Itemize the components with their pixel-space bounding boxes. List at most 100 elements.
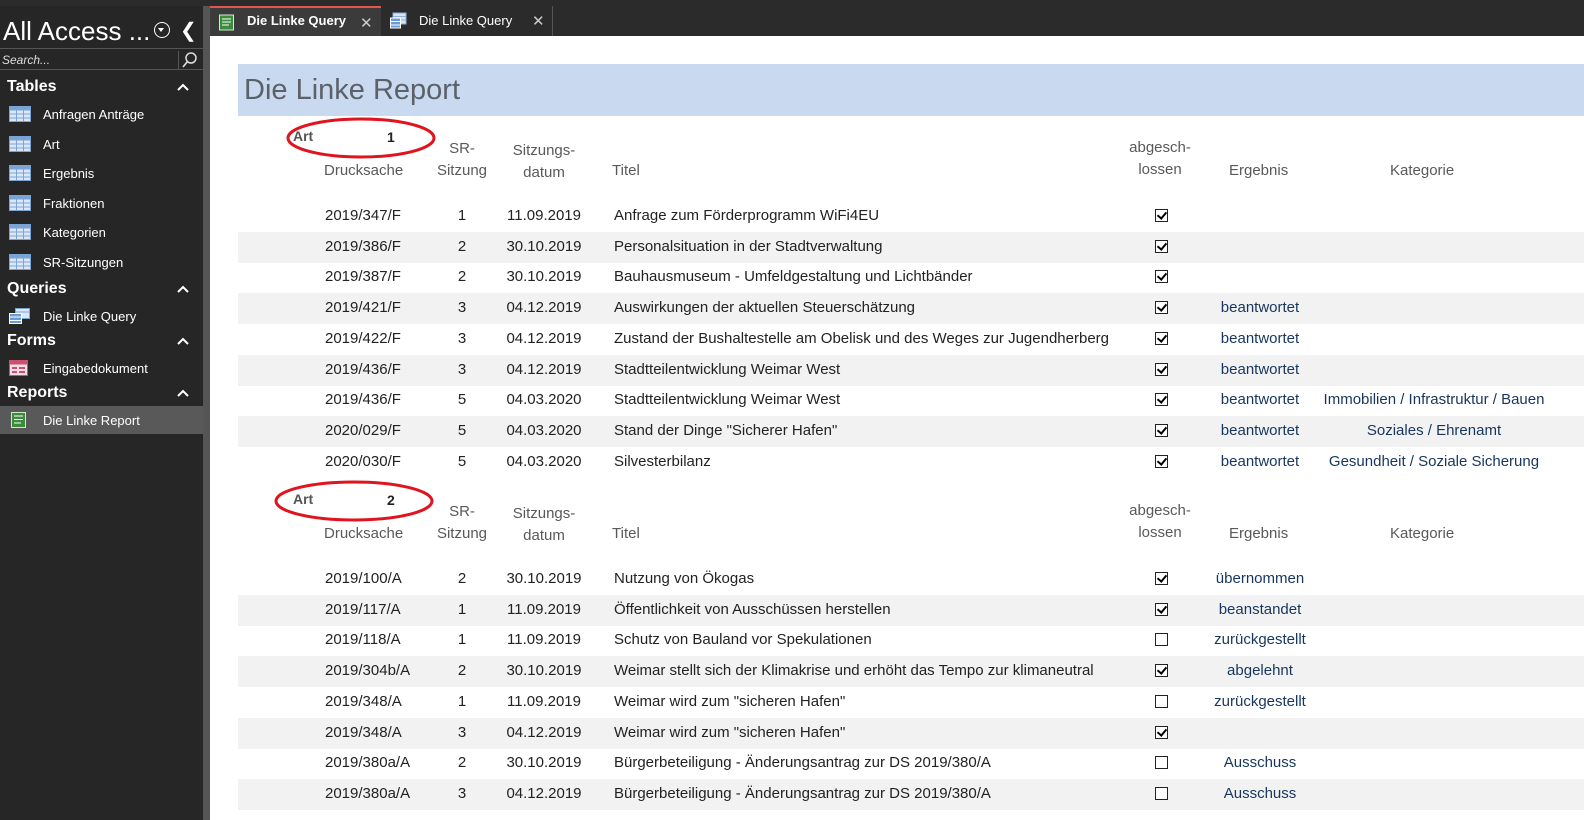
table-icon (9, 165, 31, 182)
close-icon[interactable]: ✕ (532, 12, 545, 30)
nav-group-label: Forms (7, 331, 56, 349)
close-icon[interactable]: ✕ (360, 14, 373, 32)
report-row: 2020/030/F 5 04.03.2020 Silvesterbilanz bean… (238, 447, 1584, 478)
cell-sitzungsdatum: 30.10.2019 (506, 237, 582, 255)
cell-titel: Anfrage zum Förderprogramm WiFi4EU (614, 207, 880, 224)
col-header-abgeschlossen: abgesch- (1129, 502, 1191, 519)
col-header-titel: Titel (612, 525, 640, 542)
nav-dropdown-icon[interactable] (154, 22, 170, 38)
nav-item-label: Die Linke Report (43, 412, 140, 428)
chevron-up-icon[interactable] (176, 386, 190, 400)
cell-sitzungsdatum: 04.12.2019 (506, 784, 582, 802)
query-icon (9, 307, 31, 324)
cell-sitzungsdatum: 04.03.2020 (506, 452, 582, 470)
nav-item-die-linke-query[interactable]: Die Linke Query (0, 302, 203, 330)
group-header-art: Art 1 (210, 116, 1584, 159)
nav-item-sr-sitzungen[interactable]: SR-Sitzungen (0, 248, 203, 276)
report-row: 2019/380a/A 3 04.12.2019 Bürgerbeteiligung … (238, 778, 1584, 810)
cell-titel: Stand der Dinge "Sicherer Hafen" (614, 421, 838, 439)
col-header-sr-sitzung: SR- (449, 503, 475, 520)
nav-splitter[interactable] (203, 6, 210, 820)
checkbox-checked (1155, 270, 1168, 284)
cell-ergebnis: beanstandet (1218, 600, 1302, 618)
table-icon (9, 135, 31, 152)
cell-drucksache: 2019/348/A (325, 723, 402, 741)
cell-kategorie: Gesundheit / Soziale Sicherung (1328, 452, 1540, 470)
col-header-kategorie: Kategorie (1390, 525, 1455, 542)
cell-sr-sitzung: 3 (457, 329, 467, 347)
tab-die-linke-query[interactable]: Die Linke Query ✕ (382, 6, 553, 36)
nav-group-forms[interactable]: Forms (0, 330, 203, 354)
checkbox-unchecked (1155, 633, 1168, 647)
nav-item-label: Kategorien (43, 225, 106, 241)
report-row: 2019/422/F 3 04.12.2019 Zustand der Bushalt… (238, 324, 1584, 355)
nav-title[interactable]: All Access ... (3, 16, 150, 47)
checkbox-checked (1155, 572, 1168, 585)
nav-item-kategorien[interactable]: Kategorien (0, 218, 203, 246)
report-row: 2019/348/A 1 11.09.2019 Weimar wird zum "si… (238, 687, 1584, 718)
col-header-abgeschlossen: lossen (1138, 161, 1182, 178)
tab-die-linke-report-active[interactable]: Die Linke Query ✕ (210, 6, 381, 36)
cell-drucksache: 2019/347/F (325, 207, 401, 224)
nav-item-label: Die Linke Query (43, 308, 137, 324)
col-header-drucksache: Drucksache (324, 525, 404, 542)
cell-ergebnis: beantwortet (1220, 329, 1300, 347)
cell-drucksache: 2019/386/F (325, 237, 401, 255)
cell-titel: Nutzung von Ökogas (614, 570, 755, 587)
cell-drucksache: 2019/100/A (325, 570, 402, 587)
cell-titel: Weimar stellt sich der Klimakrise und er… (614, 662, 1094, 680)
cell-titel: Weimar wird zum "sicheren Hafen" (614, 723, 846, 741)
checkbox-checked (1155, 393, 1168, 407)
search-icon[interactable] (178, 51, 200, 69)
cell-drucksache: 2019/436/F (325, 360, 401, 378)
report-row: 2019/386/F 2 30.10.2019 Personalsituation i… (238, 231, 1584, 263)
cell-drucksache: 2019/387/F (325, 268, 401, 286)
nav-item-art[interactable]: Art (0, 130, 203, 158)
nav-item-fraktionen[interactable]: Fraktionen (0, 189, 203, 217)
nav-item-eingabedokument[interactable]: Eingabedokument (0, 354, 203, 382)
cell-titel: Silvesterbilanz (614, 452, 711, 470)
chevron-up-icon[interactable] (176, 80, 190, 94)
nav-group-reports[interactable]: Reports (0, 382, 203, 406)
report-row: 2019/436/F 5 04.03.2020 Stadtteilentwicklun… (238, 385, 1584, 416)
checkbox-checked (1155, 239, 1168, 253)
cell-ergebnis: Ausschuss (1223, 754, 1297, 772)
nav-item-ergebnis[interactable]: Ergebnis (0, 159, 203, 187)
group-value-art: 1 (387, 129, 395, 145)
nav-group-label: Queries (7, 279, 67, 297)
cell-titel: Bürgerbeteiligung - Änderungsantrag zur … (614, 754, 991, 772)
cell-drucksache: 2019/436/F (325, 391, 401, 409)
checkbox-checked (1155, 301, 1168, 315)
cell-ergebnis: zurückgestellt (1214, 631, 1306, 649)
nav-item-anfragen-antr-ge[interactable]: Anfragen Anträge (0, 100, 203, 128)
cell-ergebnis: abgelehnt (1227, 662, 1293, 680)
report-row: 2019/380a/A 2 30.10.2019 Bürgerbeteiligung … (238, 748, 1584, 779)
chevron-up-icon[interactable] (176, 282, 190, 296)
table-icon (9, 194, 31, 211)
nav-item-die-linke-report[interactable]: Die Linke Report (0, 405, 203, 434)
nav-search-input[interactable] (2, 51, 176, 68)
nav-group-queries[interactable]: Queries (0, 278, 203, 302)
checkbox-checked (1155, 725, 1168, 739)
nav-group-tables[interactable]: Tables (0, 76, 203, 100)
nav-collapse-chevron-icon[interactable]: ❮ (180, 18, 197, 43)
nav-item-label: Eingabedokument (43, 360, 148, 376)
cell-sr-sitzung: 2 (457, 268, 467, 286)
cell-ergebnis: Ausschuss (1223, 784, 1297, 802)
chevron-up-icon[interactable] (176, 334, 190, 348)
cell-titel: Personalsituation in der Stadtverwaltung (614, 237, 883, 255)
group-label-art: Art (293, 491, 314, 507)
form-icon (9, 359, 31, 376)
checkbox-checked (1155, 209, 1168, 222)
nav-header: All Access ... ❮ (0, 10, 203, 48)
cell-sr-sitzung: 3 (457, 360, 467, 378)
nav-item-label: SR-Sitzungen (43, 255, 124, 270)
cell-drucksache: 2019/348/A (325, 692, 402, 710)
tab-label: Die Linke Query (247, 13, 346, 28)
checkbox-checked (1155, 664, 1168, 678)
cell-sr-sitzung: 1 (457, 600, 467, 618)
col-header-sitzungsdatum: Sitzungs- (512, 505, 576, 522)
nav-item-label: Anfragen Anträge (43, 107, 145, 122)
table-icon (9, 224, 31, 241)
checkbox-checked (1155, 331, 1168, 345)
